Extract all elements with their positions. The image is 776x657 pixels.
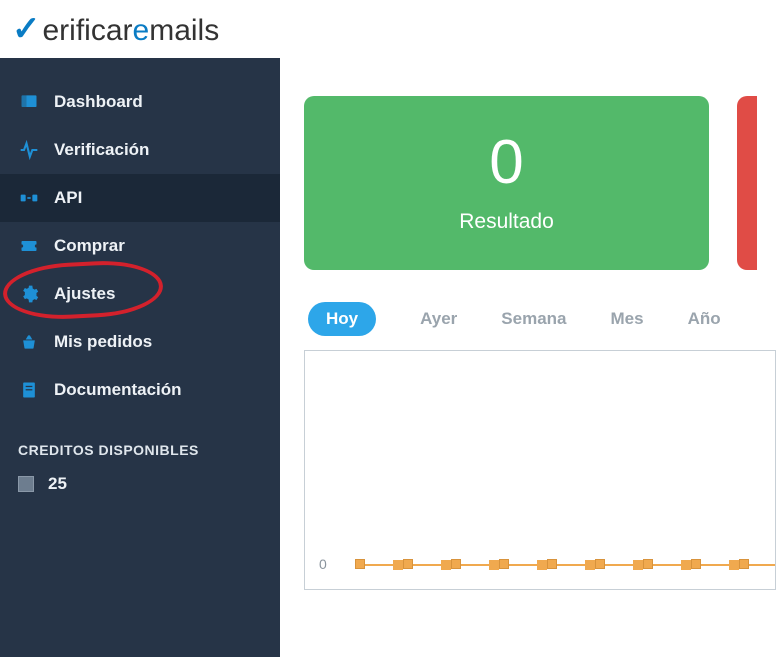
nav-label: Verificación xyxy=(54,140,149,160)
nav-list: Dashboard Verificación API Comprar xyxy=(0,78,280,414)
brand-text-1: erificar xyxy=(43,14,133,48)
sidebar-item-comprar[interactable]: Comprar xyxy=(0,222,280,270)
chart-line xyxy=(355,564,775,566)
time-tabs: Hoy Ayer Semana Mes Año xyxy=(304,302,776,336)
header: ✓ erificaremails xyxy=(0,0,776,58)
credits-row: 25 xyxy=(0,468,280,500)
sidebar-item-dashboard[interactable]: Dashboard xyxy=(0,78,280,126)
sidebar-item-verificacion[interactable]: Verificación xyxy=(0,126,280,174)
chart-area: 0 xyxy=(304,350,776,590)
sidebar: Dashboard Verificación API Comprar xyxy=(0,58,280,657)
nav-label: API xyxy=(54,188,82,208)
nav-label: Documentación xyxy=(54,380,182,400)
chart-marker xyxy=(739,559,749,569)
chart-marker xyxy=(499,559,509,569)
square-icon xyxy=(18,476,34,492)
card-secondary xyxy=(737,96,757,270)
card-value: 0 xyxy=(489,132,523,194)
sidebar-item-api[interactable]: API xyxy=(0,174,280,222)
chart-marker xyxy=(451,559,461,569)
sidebar-item-mis-pedidos[interactable]: Mis pedidos xyxy=(0,318,280,366)
sidebar-item-ajustes[interactable]: Ajustes xyxy=(0,270,280,318)
brand-text-highlight: e xyxy=(133,14,150,48)
check-icon: ✓ xyxy=(12,9,41,49)
dashboard-icon xyxy=(18,91,40,113)
nav-label: Dashboard xyxy=(54,92,143,112)
brand-logo: ✓ erificaremails xyxy=(12,9,219,49)
stat-cards: 0 Resultado xyxy=(304,96,776,270)
card-label: Resultado xyxy=(459,210,554,234)
chart-marker xyxy=(403,559,413,569)
chart-marker xyxy=(547,559,557,569)
nav-label: Comprar xyxy=(54,236,125,256)
chart-marker xyxy=(355,559,365,569)
chart-marker xyxy=(595,559,605,569)
brand-text-2: mails xyxy=(149,14,219,48)
main-content: 0 Resultado Hoy Ayer Semana Mes Año 0 xyxy=(280,58,776,657)
sidebar-item-documentacion[interactable]: Documentación xyxy=(0,366,280,414)
tab-semana[interactable]: Semana xyxy=(501,309,566,329)
nav-label: Mis pedidos xyxy=(54,332,152,352)
tab-hoy[interactable]: Hoy xyxy=(308,302,376,336)
ytick-0: 0 xyxy=(319,556,327,572)
chart-marker xyxy=(691,559,701,569)
tab-mes[interactable]: Mes xyxy=(611,309,644,329)
chart-marker xyxy=(643,559,653,569)
document-icon xyxy=(18,379,40,401)
pulse-icon xyxy=(18,139,40,161)
ticket-icon xyxy=(18,235,40,257)
basket-icon xyxy=(18,331,40,353)
credits-value: 25 xyxy=(48,474,67,494)
tab-ano[interactable]: Año xyxy=(688,309,721,329)
tab-ayer[interactable]: Ayer xyxy=(420,309,457,329)
nav-label: Ajustes xyxy=(54,284,115,304)
card-resultado: 0 Resultado xyxy=(304,96,709,270)
credits-title: CREDITOS DISPONIBLES xyxy=(0,414,280,468)
gear-icon xyxy=(18,283,40,305)
api-icon xyxy=(18,187,40,209)
